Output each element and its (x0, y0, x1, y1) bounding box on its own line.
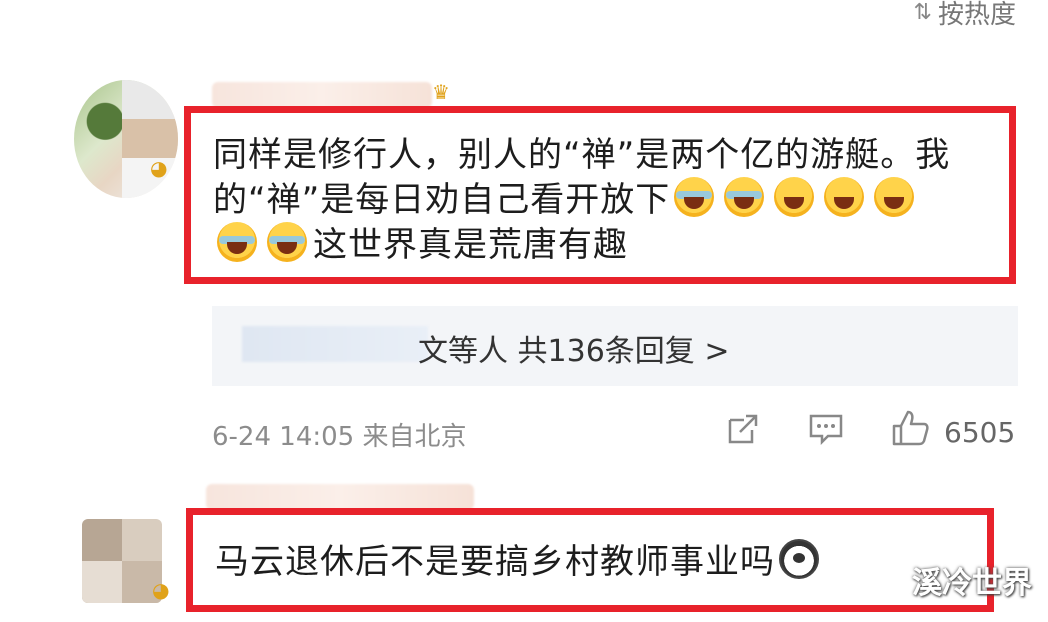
vip-badge-icon: ◕ (150, 156, 168, 180)
reply-usernames-blurred (242, 326, 428, 362)
sort-icon: ⇅ (913, 0, 932, 25)
avatar[interactable] (82, 519, 162, 603)
watermark: 溪冷世界 (912, 566, 1032, 601)
share-icon[interactable] (726, 412, 760, 446)
like-icon[interactable] (890, 408, 930, 448)
laugh-cry-emoji-icon (674, 177, 715, 217)
comment-1-text: 同样是修行人，别人的“禅”是两个亿的游艇。我 的“禅”是每日劝自己看开放下 这世… (213, 135, 951, 265)
comment-icon[interactable] (808, 412, 844, 446)
sort-toggle[interactable]: ⇅ 按热度 (914, 0, 1016, 31)
like-count: 6505 (944, 416, 1016, 449)
username-blurred[interactable] (206, 484, 474, 510)
comment-meta: 6-24 14:05 来自北京 (212, 422, 467, 452)
avatar[interactable] (74, 80, 178, 198)
laugh-cry-emoji-icon (724, 177, 765, 217)
highlight-box-comment-1: 同样是修行人，别人的“禅”是两个亿的游艇。我 的“禅”是每日劝自己看开放下 这世… (184, 106, 1016, 284)
laugh-cry-emoji-icon (267, 222, 307, 262)
laugh-emoji-icon (824, 177, 865, 217)
vip-badge-icon: ◕ (152, 578, 170, 602)
crown-icon: ♛ (432, 80, 450, 104)
highlight-box-comment-2: 马云退休后不是要搞乡村教师事业吗 (186, 508, 994, 612)
sort-label: 按热度 (937, 0, 1016, 30)
username-blurred[interactable] (212, 82, 432, 108)
replies-panel[interactable]: 文等人 共136条回复 > (212, 306, 1018, 386)
comment-2-text: 马云退休后不是要搞乡村教师事业吗 (215, 539, 985, 584)
reply-summary[interactable]: 文等人 共136条回复 > (418, 326, 729, 370)
laugh-emoji-icon (874, 177, 915, 217)
laugh-cry-emoji-icon (217, 222, 257, 262)
laugh-emoji-icon (774, 177, 815, 217)
panda-emoji-icon (779, 539, 819, 579)
